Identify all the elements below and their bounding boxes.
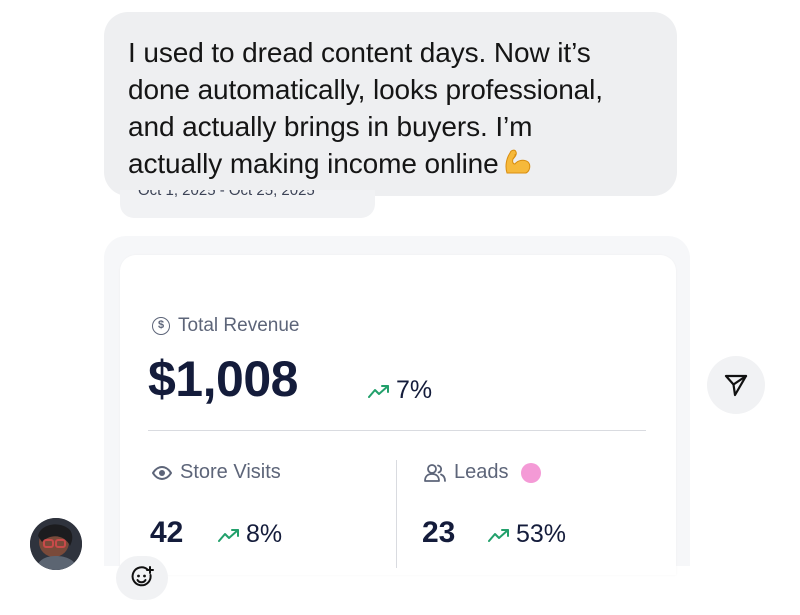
send-icon [724, 374, 748, 397]
trend-up-icon [218, 528, 239, 542]
message-bubble[interactable]: I used to dread content days. Now it’s d… [104, 12, 677, 196]
avatar[interactable] [30, 518, 82, 570]
leads-text: Leads [454, 461, 509, 483]
users-icon [424, 463, 446, 482]
eye-icon [152, 465, 172, 480]
trend-up-icon [368, 384, 389, 398]
leads-change: 53% [488, 520, 566, 549]
dollar-circle-icon: $ [152, 317, 170, 335]
change-text: 7% [396, 376, 433, 404]
add-reaction-button[interactable] [116, 556, 168, 600]
message-line: and actually brings in buyers. I’m [128, 111, 533, 142]
message-line: done automatically, looks professional, [128, 74, 603, 105]
store-visits-label: Store Visits [152, 461, 281, 484]
dashboard-card [120, 255, 676, 575]
store-visits-text: Store Visits [180, 461, 281, 483]
message-line: actually making income online [128, 145, 657, 182]
total-revenue-value: $1,008 [148, 351, 298, 407]
leads-value: 23 [422, 516, 456, 549]
store-visits-value: 42 [150, 516, 184, 549]
total-revenue-label: $ Total Revenue [152, 314, 299, 338]
message-line: I used to dread content days. Now it’s [128, 37, 591, 68]
date-range: Oct 1, 2025 - Oct 25, 2025 [138, 190, 315, 199]
add-reaction-icon [131, 566, 154, 587]
store-visits-change: 8% [218, 520, 282, 549]
total-revenue-change: 7% [368, 376, 432, 405]
status-dot [520, 462, 541, 483]
change-text: 53% [516, 520, 567, 548]
divider [148, 430, 646, 431]
share-button[interactable] [707, 356, 765, 414]
flexed-biceps-emoji [505, 149, 530, 174]
total-revenue-text: Total Revenue [178, 315, 300, 336]
avatar-image [30, 518, 82, 570]
message-text: actually making income online [128, 148, 499, 179]
divider [396, 460, 397, 568]
date-range-pill: Oct 1, 2025 - Oct 25, 2025 [120, 190, 375, 218]
trend-up-icon [488, 528, 509, 542]
leads-label: Leads [424, 461, 541, 484]
change-text: 8% [246, 520, 283, 548]
